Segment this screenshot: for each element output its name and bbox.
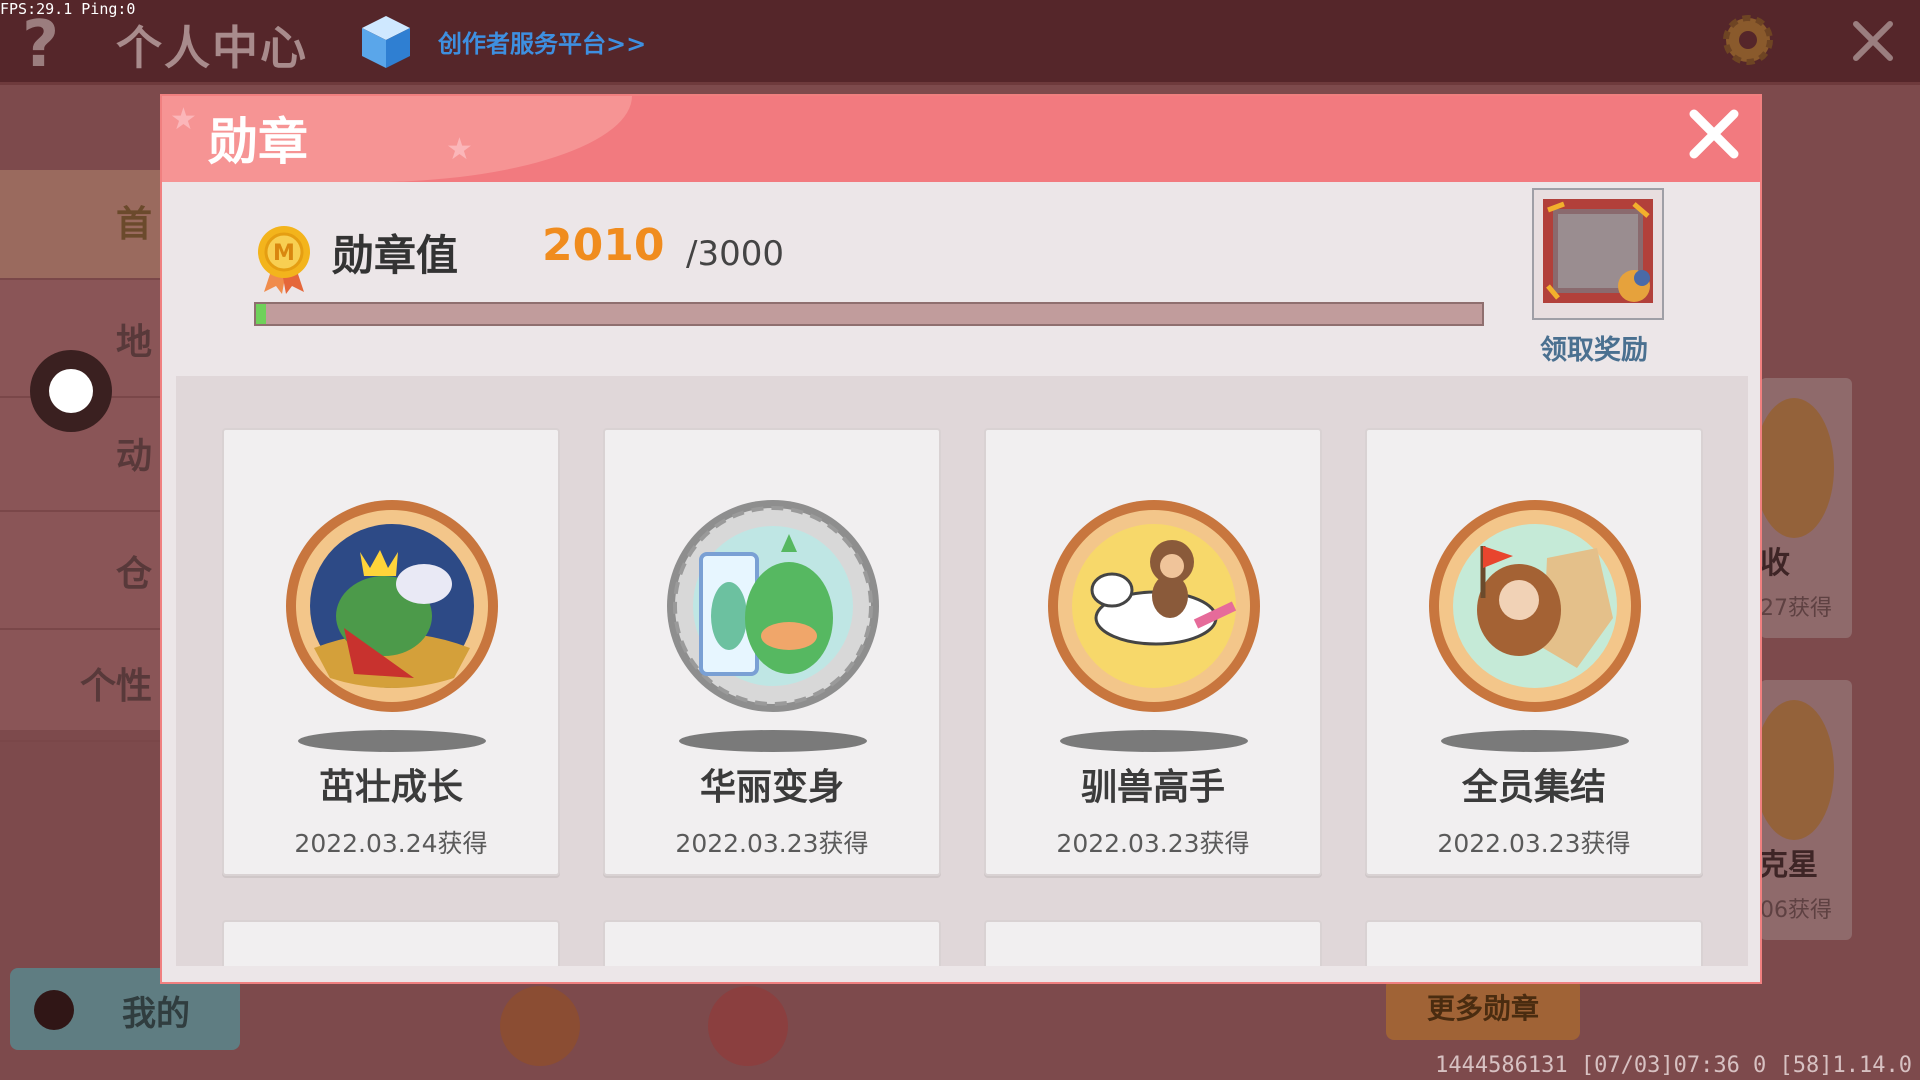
- record-icon: [34, 990, 74, 1030]
- peek-badge-date: 27获得: [1760, 596, 1832, 621]
- peek-badge-name: 克星: [1758, 848, 1818, 883]
- medal-progress-fill: [256, 304, 266, 324]
- badge-card[interactable]: [1365, 920, 1703, 966]
- medal-shadow: [298, 730, 486, 752]
- claim-reward-label[interactable]: 领取奖励: [1540, 328, 1648, 367]
- nav-item-warehouse[interactable]: 仓: [0, 520, 160, 630]
- dino-mirror-icon: [667, 500, 879, 712]
- lock-icon[interactable]: [708, 986, 788, 1066]
- badge-card[interactable]: 华丽变身 2022.03.23获得: [603, 428, 941, 876]
- footer-info: 1444586131 [07/03]07:36 0 [58]1.14.0: [1435, 1053, 1912, 1078]
- group-flag-icon: [1429, 500, 1641, 712]
- peek-badge-name: 收: [1760, 546, 1790, 581]
- close-icon[interactable]: [1848, 16, 1898, 66]
- badge-date: 2022.03.24获得: [294, 829, 488, 858]
- badge-card[interactable]: 茁壮成长 2022.03.24获得: [222, 428, 560, 876]
- nav-item-personal[interactable]: 个性: [0, 632, 160, 742]
- more-badges-button[interactable]: 更多勋章: [1386, 978, 1580, 1040]
- medal-value-label: 勋章值: [332, 231, 459, 280]
- svg-text:M: M: [273, 241, 295, 266]
- question-icon[interactable]: ?: [22, 8, 59, 82]
- badge-date: 2022.03.23获得: [1437, 829, 1631, 858]
- medal-progress-bar: [254, 302, 1484, 326]
- badge-card[interactable]: [222, 920, 560, 966]
- peek-badge-card[interactable]: 收 27获得: [1754, 378, 1852, 638]
- rider-horse-icon: [1048, 500, 1260, 712]
- medal-value-current: 2010: [542, 220, 665, 271]
- medal-shadow: [1441, 730, 1629, 752]
- green-dino-king-icon: [286, 500, 498, 712]
- badge-name: 茁壮成长: [318, 767, 463, 808]
- gear-icon[interactable]: [1718, 10, 1778, 70]
- medal-icon: [1754, 398, 1834, 538]
- left-nav: 首 地 动 仓 个性: [0, 170, 160, 742]
- nav-item-home[interactable]: 首: [0, 170, 160, 280]
- cube-icon[interactable]: [360, 14, 412, 70]
- badge-grid: 茁壮成长 2022.03.24获得 华丽变身 2022.03.23获得 驯兽高手…: [176, 376, 1748, 966]
- medal-icon: [1754, 700, 1834, 840]
- peek-badge-date: 06获得: [1760, 898, 1832, 923]
- badge-name: 全员集结: [1461, 767, 1606, 808]
- medal-icon: M: [258, 226, 310, 294]
- medal-value-max: /3000: [686, 234, 784, 274]
- badge-card[interactable]: 驯兽高手 2022.03.23获得: [984, 428, 1322, 876]
- page-title: 个人中心: [116, 21, 308, 75]
- fps-readout: FPS:29.1 Ping:0: [0, 0, 136, 18]
- badge-card[interactable]: [984, 920, 1322, 966]
- my-tab-label: 我的: [122, 994, 190, 1034]
- badge-date: 2022.03.23获得: [675, 829, 869, 858]
- badge-date: 2022.03.23获得: [1056, 829, 1250, 858]
- badge-card[interactable]: [603, 920, 941, 966]
- creator-platform-link[interactable]: 创作者服务平台>>: [438, 24, 646, 59]
- badge-name: 驯兽高手: [1080, 767, 1225, 808]
- badge-modal: ★ ★ 勋章 M 勋章值 2010 /3000 领取奖励 茁壮成长 2022.0…: [160, 94, 1762, 984]
- modal-header: ★ ★ 勋章: [162, 96, 1760, 182]
- reward-frame-button[interactable]: [1532, 188, 1664, 320]
- modal-title: 勋章: [208, 113, 308, 171]
- badge-name: 华丽变身: [699, 767, 844, 808]
- floating-joystick[interactable]: [30, 350, 112, 432]
- medal-shadow: [679, 730, 867, 752]
- star-icon: ★: [170, 102, 197, 137]
- close-icon[interactable]: [1682, 102, 1746, 166]
- star-icon: ★: [446, 132, 473, 167]
- badge-card[interactable]: 全员集结 2022.03.23获得: [1365, 428, 1703, 876]
- avatar-frame-icon: [1543, 199, 1653, 303]
- right-peek: 收 27获得 克星 06获得: [1754, 300, 1920, 960]
- peek-badge-card[interactable]: 克星 06获得: [1754, 680, 1852, 940]
- medal-shadow: [1060, 730, 1248, 752]
- top-bar: ? 个人中心 创作者服务平台>>: [0, 0, 1920, 85]
- pencil-icon[interactable]: [500, 986, 580, 1066]
